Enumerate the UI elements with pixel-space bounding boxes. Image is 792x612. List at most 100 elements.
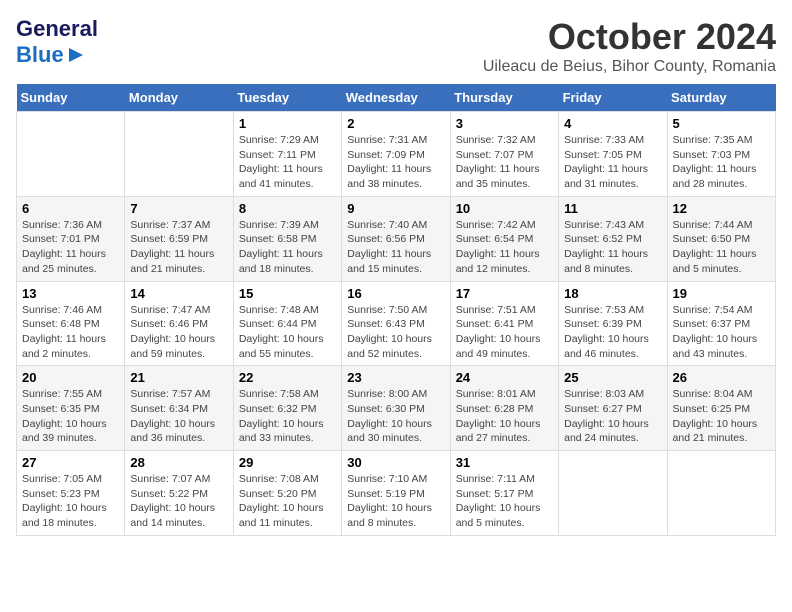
calendar-cell: 5 Sunrise: 7:35 AMSunset: 7:03 PMDaylight… [667,112,775,197]
calendar-cell: 20 Sunrise: 7:55 AMSunset: 6:35 PMDayligh… [17,366,125,451]
day-number: 17 [456,286,553,301]
calendar-cell [125,112,233,197]
day-number: 24 [456,370,553,385]
day-info: Sunrise: 7:08 AMSunset: 5:20 PMDaylight:… [239,472,336,531]
day-number: 16 [347,286,444,301]
calendar-cell: 24 Sunrise: 8:01 AMSunset: 6:28 PMDayligh… [450,366,558,451]
day-info: Sunrise: 7:54 AMSunset: 6:37 PMDaylight:… [673,303,770,362]
day-info: Sunrise: 8:00 AMSunset: 6:30 PMDaylight:… [347,387,444,446]
day-info: Sunrise: 7:55 AMSunset: 6:35 PMDaylight:… [22,387,119,446]
day-number: 26 [673,370,770,385]
day-info: Sunrise: 8:01 AMSunset: 6:28 PMDaylight:… [456,387,553,446]
calendar-cell: 12Sunrise: 7:44 AMSunset: 6:50 PMDayligh… [667,196,775,281]
logo-line1: General [16,16,98,42]
calendar-cell: 17 Sunrise: 7:51 AMSunset: 6:41 PMDayligh… [450,281,558,366]
calendar-cell: 7 Sunrise: 7:37 AMSunset: 6:59 PMDaylight… [125,196,233,281]
day-number: 11 [564,201,661,216]
day-info: Sunrise: 7:42 AMSunset: 6:54 PMDaylight:… [456,218,553,277]
calendar-cell: 13 Sunrise: 7:46 AMSunset: 6:48 PMDayligh… [17,281,125,366]
day-info: Sunrise: 7:10 AMSunset: 5:19 PMDaylight:… [347,472,444,531]
calendar-cell: 25Sunrise: 8:03 AMSunset: 6:27 PMDayligh… [559,366,667,451]
day-number: 3 [456,116,553,131]
month-title: October 2024 [483,16,776,58]
day-info: Sunrise: 7:11 AMSunset: 5:17 PMDaylight:… [456,472,553,531]
calendar-cell: 19Sunrise: 7:54 AMSunset: 6:37 PMDayligh… [667,281,775,366]
weekday-header-friday: Friday [559,84,667,112]
day-number: 22 [239,370,336,385]
calendar-cell: 29 Sunrise: 7:08 AMSunset: 5:20 PMDayligh… [233,451,341,536]
weekday-header-thursday: Thursday [450,84,558,112]
day-info: Sunrise: 7:48 AMSunset: 6:44 PMDaylight:… [239,303,336,362]
day-number: 5 [673,116,770,131]
calendar-cell: 4 Sunrise: 7:33 AMSunset: 7:05 PMDaylight… [559,112,667,197]
week-row-3: 13 Sunrise: 7:46 AMSunset: 6:48 PMDayligh… [17,281,776,366]
day-number: 1 [239,116,336,131]
calendar-cell: 22 Sunrise: 7:58 AMSunset: 6:32 PMDayligh… [233,366,341,451]
day-number: 27 [22,455,119,470]
calendar-cell: 30 Sunrise: 7:10 AMSunset: 5:19 PMDayligh… [342,451,450,536]
day-number: 9 [347,201,444,216]
weekday-header-tuesday: Tuesday [233,84,341,112]
day-number: 15 [239,286,336,301]
calendar-cell: 27 Sunrise: 7:05 AMSunset: 5:23 PMDayligh… [17,451,125,536]
day-info: Sunrise: 7:05 AMSunset: 5:23 PMDaylight:… [22,472,119,531]
calendar-cell: 3Sunrise: 7:32 AMSunset: 7:07 PMDaylight… [450,112,558,197]
logo-arrow-icon [67,46,85,64]
day-info: Sunrise: 7:29 AMSunset: 7:11 PMDaylight:… [239,133,336,192]
calendar-cell: 31 Sunrise: 7:11 AMSunset: 5:17 PMDayligh… [450,451,558,536]
day-info: Sunrise: 7:35 AMSunset: 7:03 PMDaylight:… [673,133,770,192]
week-row-4: 20 Sunrise: 7:55 AMSunset: 6:35 PMDayligh… [17,366,776,451]
day-number: 13 [22,286,119,301]
day-number: 2 [347,116,444,131]
day-number: 20 [22,370,119,385]
day-number: 29 [239,455,336,470]
day-number: 25 [564,370,661,385]
day-info: Sunrise: 7:07 AMSunset: 5:22 PMDaylight:… [130,472,227,531]
calendar-cell: 26 Sunrise: 8:04 AMSunset: 6:25 PMDayligh… [667,366,775,451]
day-info: Sunrise: 7:40 AMSunset: 6:56 PMDaylight:… [347,218,444,277]
calendar-cell: 2 Sunrise: 7:31 AMSunset: 7:09 PMDaylight… [342,112,450,197]
day-number: 28 [130,455,227,470]
day-info: Sunrise: 7:57 AMSunset: 6:34 PMDaylight:… [130,387,227,446]
calendar-cell: 8Sunrise: 7:39 AMSunset: 6:58 PMDaylight… [233,196,341,281]
week-row-5: 27 Sunrise: 7:05 AMSunset: 5:23 PMDayligh… [17,451,776,536]
logo-line2: Blue [16,42,98,68]
day-info: Sunrise: 7:46 AMSunset: 6:48 PMDaylight:… [22,303,119,362]
day-info: Sunrise: 7:31 AMSunset: 7:09 PMDaylight:… [347,133,444,192]
day-info: Sunrise: 7:51 AMSunset: 6:41 PMDaylight:… [456,303,553,362]
week-row-1: 1 Sunrise: 7:29 AMSunset: 7:11 PMDaylight… [17,112,776,197]
day-number: 8 [239,201,336,216]
page-header: General Blue October 2024 Uileacu de Bei… [16,16,776,76]
day-info: Sunrise: 7:50 AMSunset: 6:43 PMDaylight:… [347,303,444,362]
day-info: Sunrise: 7:53 AMSunset: 6:39 PMDaylight:… [564,303,661,362]
day-number: 4 [564,116,661,131]
calendar-cell: 18Sunrise: 7:53 AMSunset: 6:39 PMDayligh… [559,281,667,366]
title-block: October 2024 Uileacu de Beius, Bihor Cou… [483,16,776,76]
logo: General Blue [16,16,98,68]
day-info: Sunrise: 7:33 AMSunset: 7:05 PMDaylight:… [564,133,661,192]
calendar-cell: 11 Sunrise: 7:43 AMSunset: 6:52 PMDayligh… [559,196,667,281]
day-number: 7 [130,201,227,216]
calendar-cell: 28 Sunrise: 7:07 AMSunset: 5:22 PMDayligh… [125,451,233,536]
calendar-cell: 14Sunrise: 7:47 AMSunset: 6:46 PMDayligh… [125,281,233,366]
weekday-header-sunday: Sunday [17,84,125,112]
calendar-cell: 6 Sunrise: 7:36 AMSunset: 7:01 PMDaylight… [17,196,125,281]
week-row-2: 6 Sunrise: 7:36 AMSunset: 7:01 PMDaylight… [17,196,776,281]
weekday-header-saturday: Saturday [667,84,775,112]
day-info: Sunrise: 7:37 AMSunset: 6:59 PMDaylight:… [130,218,227,277]
calendar-cell: 21Sunrise: 7:57 AMSunset: 6:34 PMDayligh… [125,366,233,451]
day-info: Sunrise: 7:47 AMSunset: 6:46 PMDaylight:… [130,303,227,362]
day-info: Sunrise: 7:44 AMSunset: 6:50 PMDaylight:… [673,218,770,277]
logo-text: General Blue [16,16,98,68]
weekday-header-wednesday: Wednesday [342,84,450,112]
day-info: Sunrise: 8:04 AMSunset: 6:25 PMDaylight:… [673,387,770,446]
day-info: Sunrise: 7:36 AMSunset: 7:01 PMDaylight:… [22,218,119,277]
day-number: 30 [347,455,444,470]
weekday-header-row: SundayMondayTuesdayWednesdayThursdayFrid… [17,84,776,112]
day-number: 10 [456,201,553,216]
day-info: Sunrise: 7:58 AMSunset: 6:32 PMDaylight:… [239,387,336,446]
day-number: 6 [22,201,119,216]
day-info: Sunrise: 7:43 AMSunset: 6:52 PMDaylight:… [564,218,661,277]
day-number: 31 [456,455,553,470]
calendar-cell: 1 Sunrise: 7:29 AMSunset: 7:11 PMDaylight… [233,112,341,197]
